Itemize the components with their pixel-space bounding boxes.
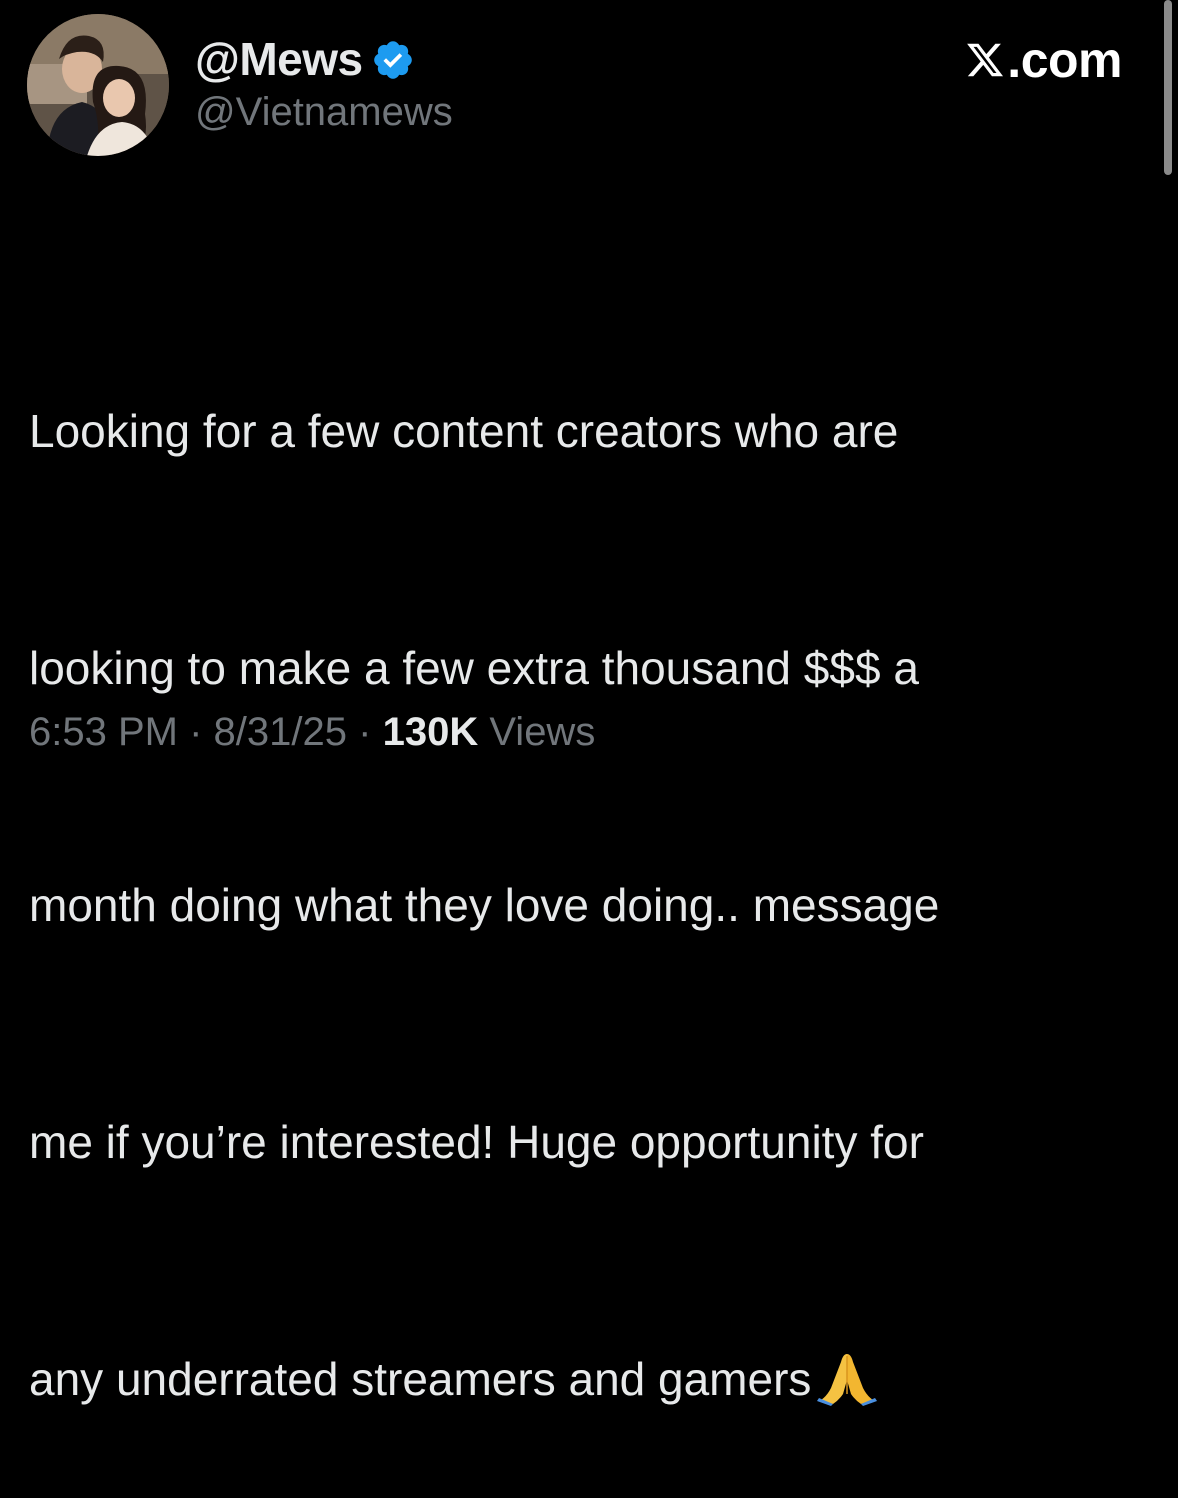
meta-separator: · [189, 710, 203, 754]
profile-photo [27, 14, 169, 156]
verified-badge-icon [373, 41, 412, 79]
brand-text: .com [1007, 32, 1122, 88]
tweet-line-last: any underrated streamers and gamers [29, 1340, 1129, 1419]
display-name[interactable]: @Mews [195, 36, 363, 82]
avatar[interactable] [27, 14, 169, 156]
tweet-meta: 6:53 PM · 8/31/25 · 130K Views [29, 706, 595, 758]
tweet-line-text: any underrated streamers and gamers [29, 1353, 812, 1405]
author-identity: @Mews @Vietnamews [195, 30, 453, 132]
tweet-line: looking to make a few extra thousand $$$… [29, 642, 919, 694]
tweet-line: Looking for a few content creators who a… [29, 405, 899, 457]
display-name-row[interactable]: @Mews [195, 30, 453, 88]
tweet-text: Looking for a few content creators who a… [29, 234, 1129, 1498]
views-count[interactable]: 130K [383, 710, 479, 754]
meta-separator: · [358, 710, 372, 754]
tweet-line: me if you’re interested! Huge opportunit… [29, 1116, 924, 1168]
brand-watermark: .com [965, 30, 1122, 90]
scrollbar[interactable] [1164, 0, 1172, 175]
tweet-time[interactable]: 6:53 PM [29, 710, 178, 754]
x-logo-icon [967, 43, 1004, 77]
author-handle[interactable]: @Vietnamews [195, 92, 453, 132]
folded-hands-icon [817, 1353, 878, 1406]
views-label[interactable]: Views [489, 710, 595, 754]
tweet-line: month doing what they love doing.. messa… [29, 879, 940, 931]
tweet-date[interactable]: 8/31/25 [214, 710, 347, 754]
